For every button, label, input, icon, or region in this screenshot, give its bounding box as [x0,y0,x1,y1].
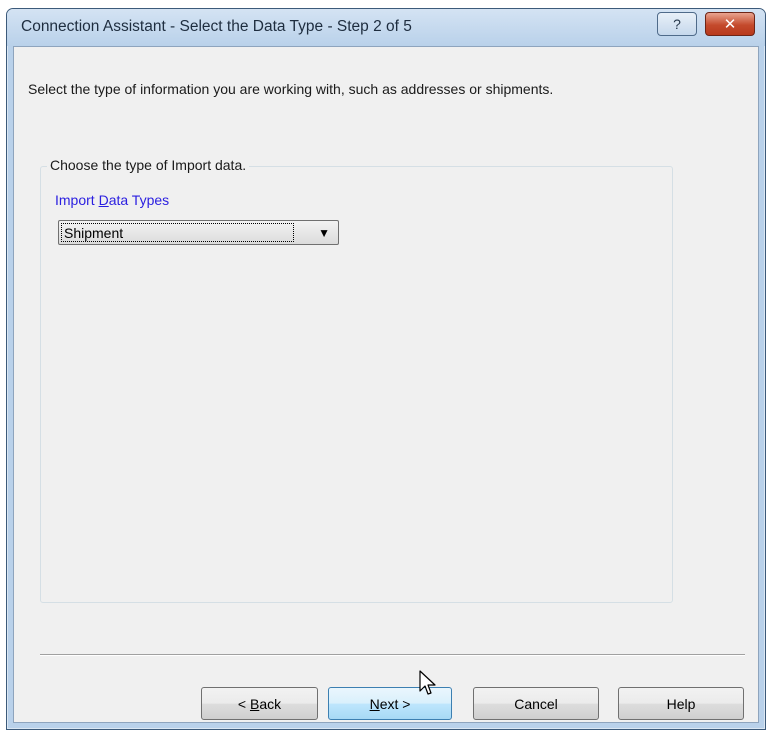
dialog-window: Connection Assistant - Select the Data T… [6,8,766,730]
label-part-pre: Import [55,192,99,208]
import-data-types-select[interactable]: Shipment ▼ [58,220,339,245]
help-button[interactable]: Help [618,687,744,720]
groupbox-legend: Choose the type of Import data. [47,157,250,173]
import-data-types-label: Import Data Types [55,192,169,208]
dialog-content: Select the type of information you are w… [13,46,759,723]
window-title: Connection Assistant - Select the Data T… [21,18,412,35]
cancel-button-label: Cancel [514,695,558,712]
select-value: Shipment [61,223,294,242]
back-button-label: < Back [238,696,281,712]
import-data-groupbox: Choose the type of Import data. Import D… [40,157,673,603]
instruction-text: Select the type of information you are w… [28,81,554,97]
close-icon: ✕ [723,16,737,33]
dropdown-arrow-icon[interactable]: ▼ [318,226,330,240]
next-post: ext > [379,695,411,712]
question-mark-icon: ? [673,16,681,32]
help-title-button[interactable]: ? [657,12,697,36]
back-post: ack [259,695,282,712]
back-accelerator: B [249,695,260,712]
back-button[interactable]: < Back [201,687,318,720]
next-accelerator: N [369,695,380,712]
label-part-post: ata Types [108,192,170,208]
close-button[interactable]: ✕ [705,12,755,36]
next-button-label: Next > [370,696,411,712]
help-button-label: Help [666,695,696,712]
label-accelerator: D [98,192,109,208]
mouse-cursor-icon [419,670,436,695]
cancel-button[interactable]: Cancel [473,687,599,720]
back-pre: < [237,695,250,712]
title-bar[interactable]: Connection Assistant - Select the Data T… [7,9,765,46]
footer-separator [40,654,745,656]
